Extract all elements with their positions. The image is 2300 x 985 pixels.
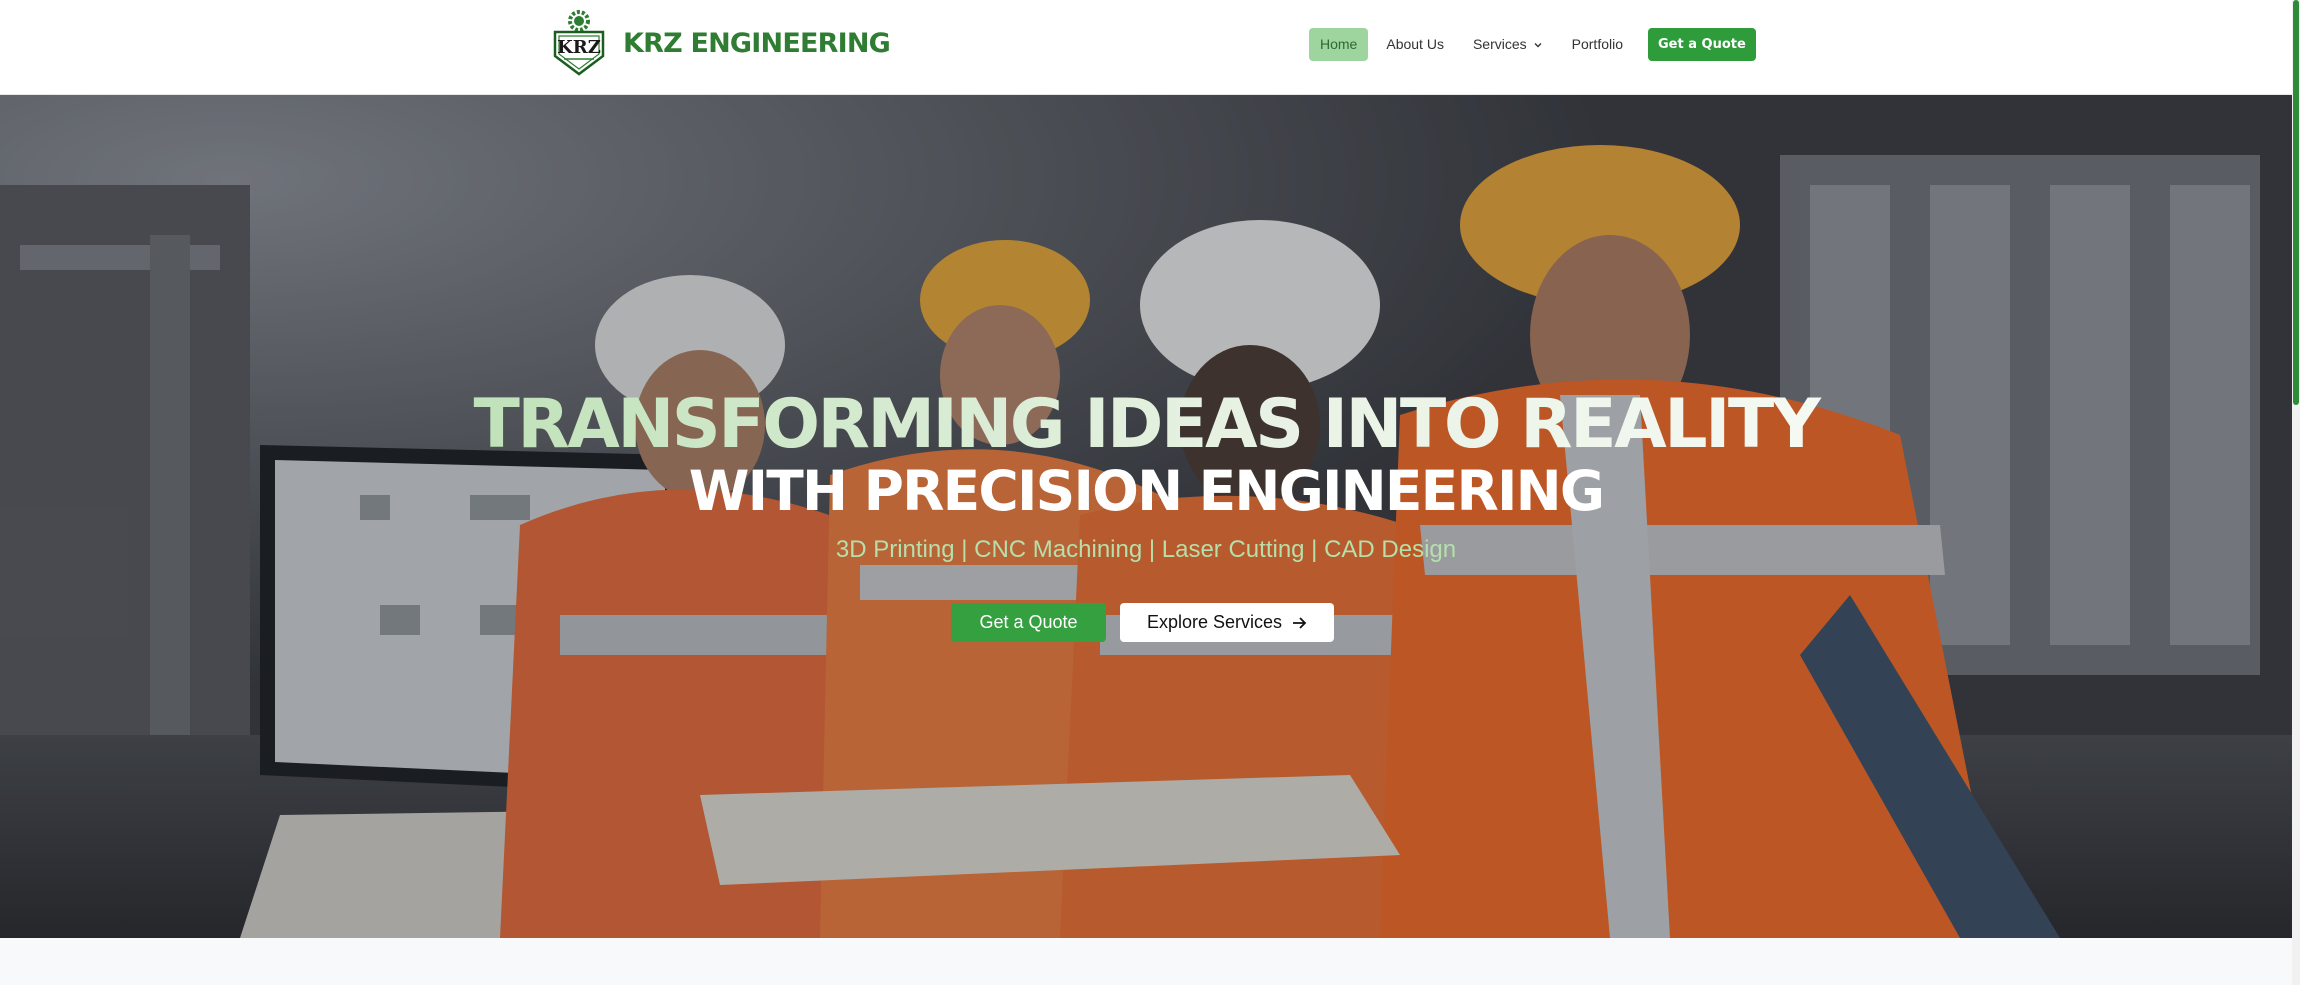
logo-link[interactable]: KRZ KRZ ENGINEERING: [547, 8, 891, 78]
hero-cta-row: Get a Quote Explore Services: [951, 603, 1334, 642]
site-header: KRZ KRZ ENGINEERING Home About Us Servic…: [0, 0, 2292, 95]
arrow-right-icon: [1293, 616, 1307, 629]
hero-section: TRANSFORMING IDEAS INTO REALITY WITH PRE…: [0, 95, 2292, 938]
hero-get-quote-button[interactable]: Get a Quote: [951, 603, 1106, 642]
nav-item-about-us[interactable]: About Us: [1375, 28, 1455, 61]
header-get-quote-button[interactable]: Get a Quote: [1648, 28, 1756, 61]
explore-services-label: Explore Services: [1146, 612, 1283, 632]
main-nav: Home About Us Services Portfolio Get a Q…: [1309, 28, 1756, 61]
brand-name: KRZ ENGINEERING: [623, 27, 891, 59]
page-scrollbar[interactable]: [2292, 0, 2300, 985]
hero-content: TRANSFORMING IDEAS INTO REALITY WITH PRE…: [0, 95, 2292, 938]
nav-item-services[interactable]: Services: [1462, 28, 1554, 61]
chevron-down-icon: [1534, 42, 1542, 47]
nav-item-home[interactable]: Home: [1309, 28, 1369, 61]
hero-headline: TRANSFORMING IDEAS INTO REALITY: [0, 385, 2292, 464]
explore-services-button[interactable]: Explore Services: [1120, 603, 1334, 642]
nav-services-label: Services: [1472, 36, 1527, 52]
scrollbar-thumb[interactable]: [2293, 0, 2299, 405]
gear-logo-icon: KRZ: [553, 10, 605, 76]
logo-text: KRZ: [557, 37, 601, 58]
hero-subheadline: WITH PRECISION ENGINEERING: [688, 459, 1605, 523]
hero-tagline: 3D Printing | CNC Machining | Laser Cutt…: [835, 536, 1457, 563]
nav-item-portfolio[interactable]: Portfolio: [1561, 28, 1634, 61]
